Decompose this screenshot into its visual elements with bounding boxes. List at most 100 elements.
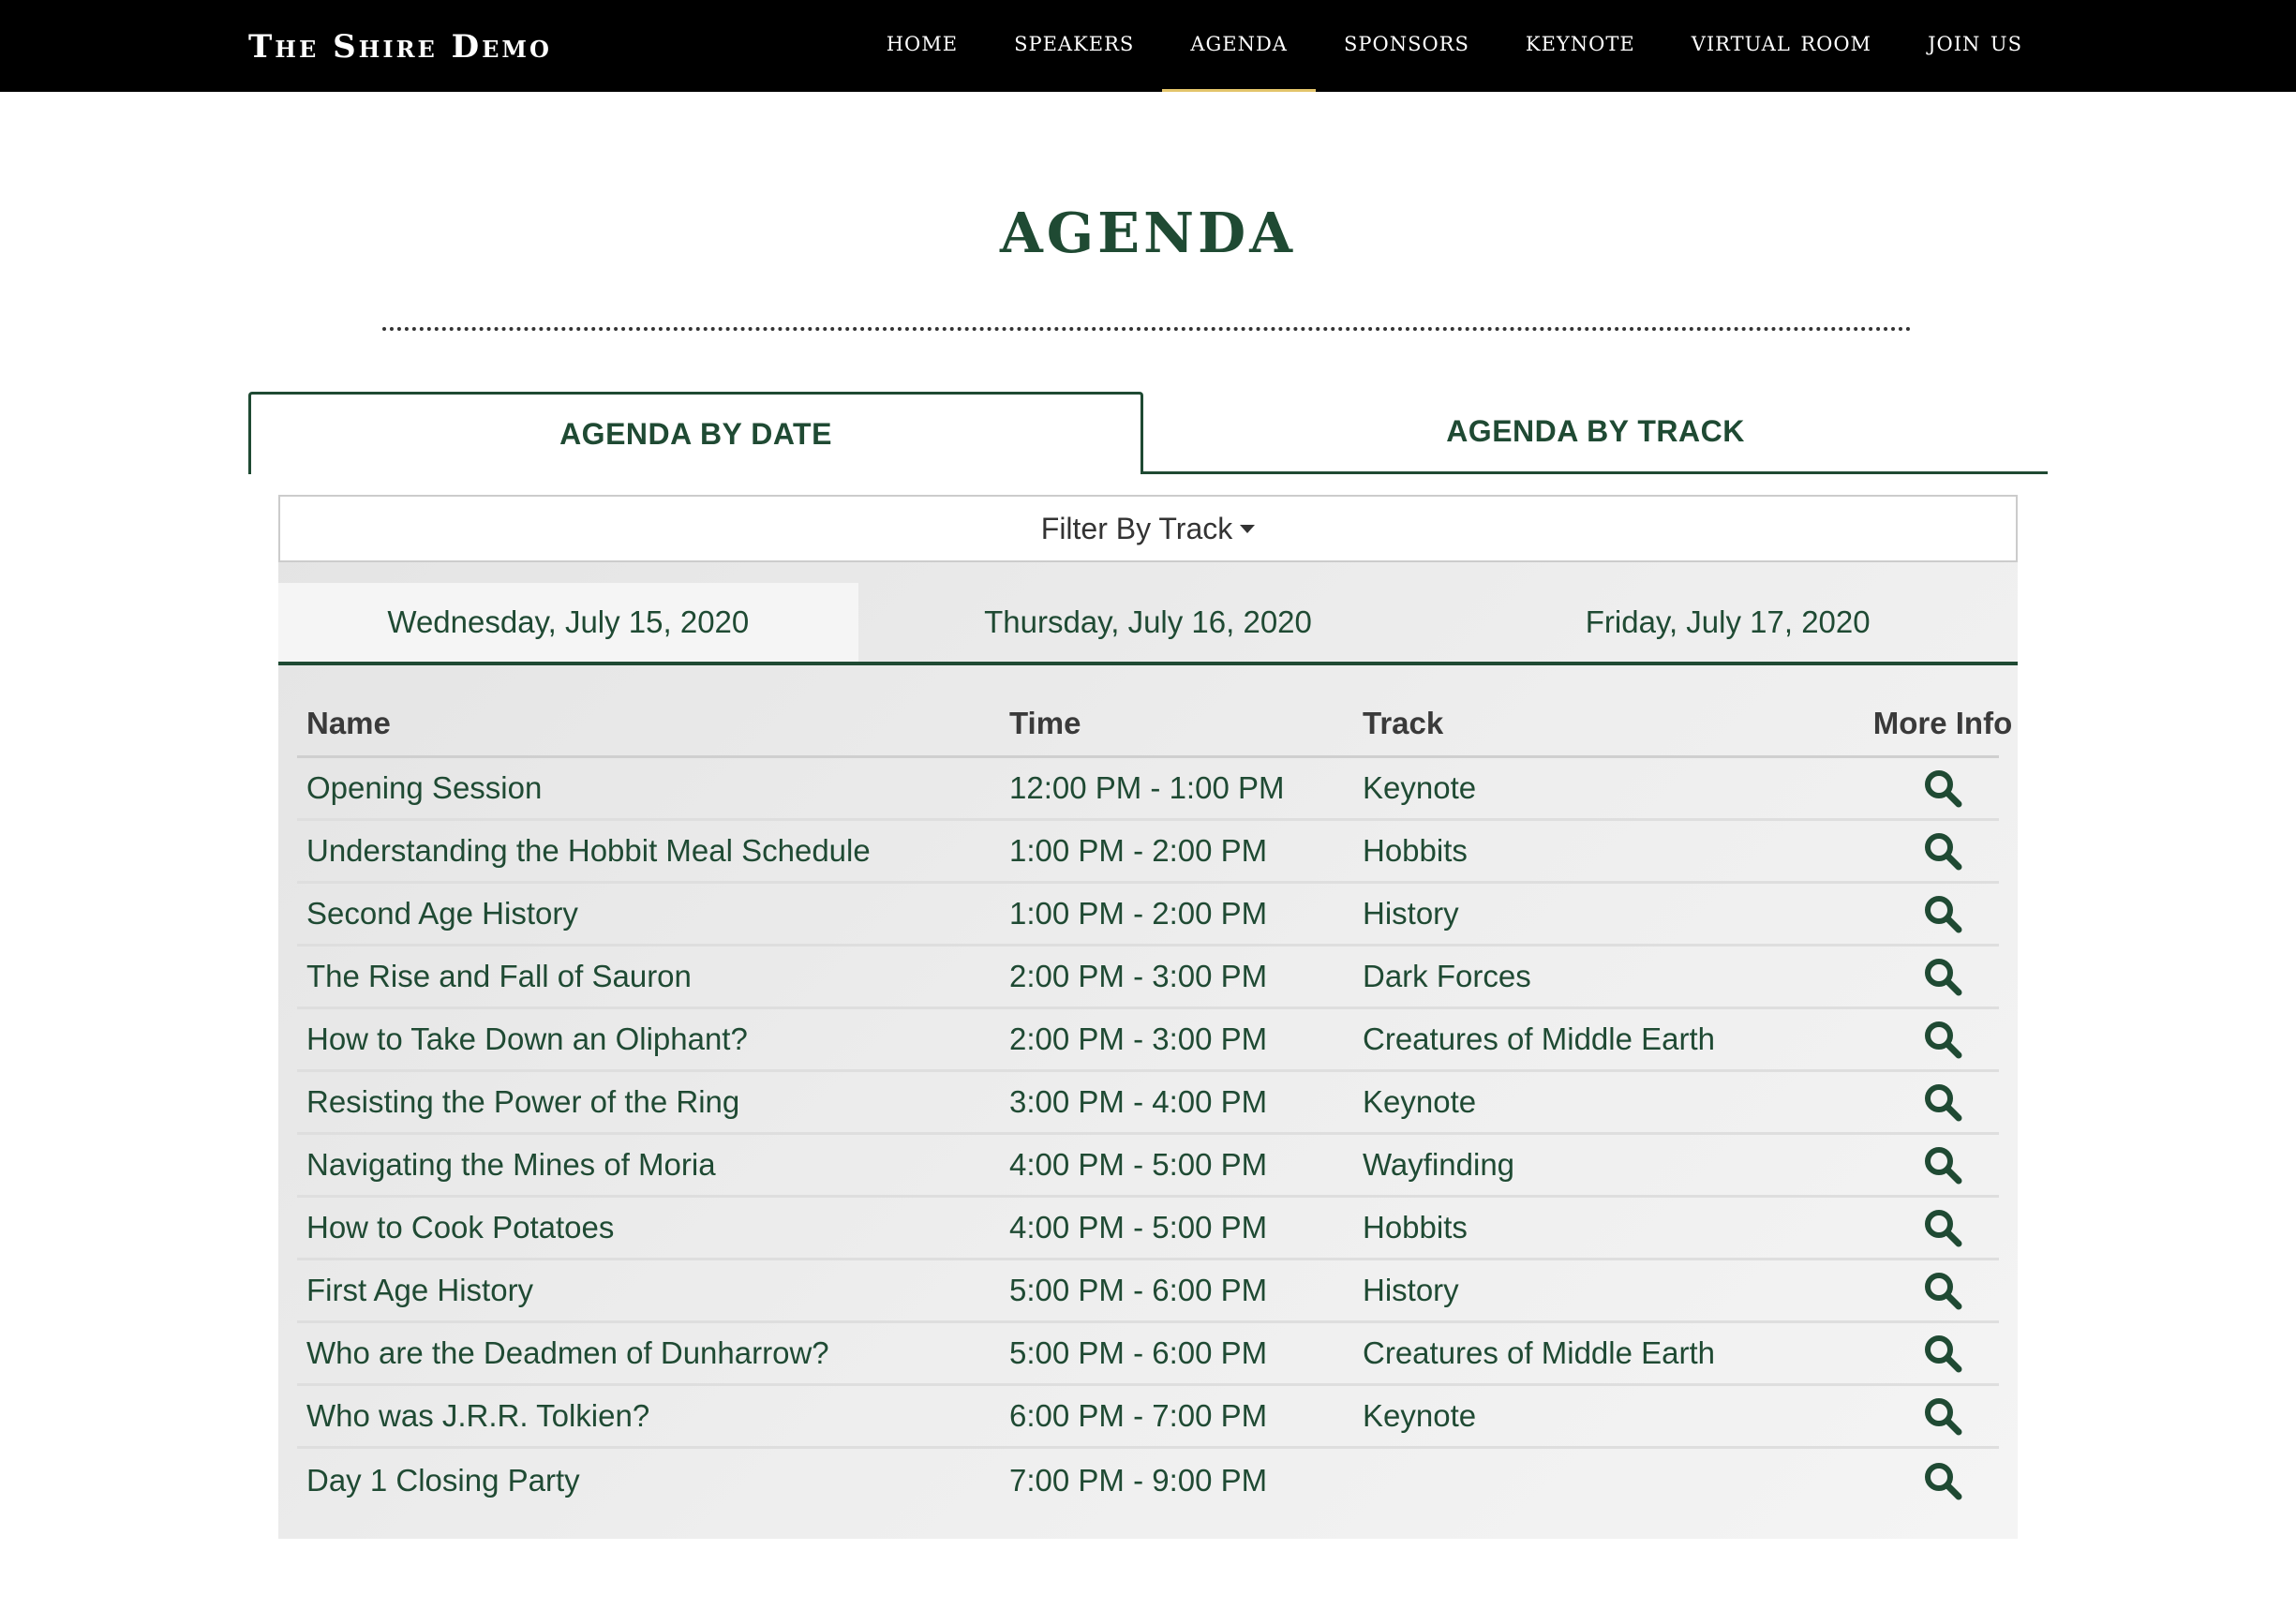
- magnifier-icon[interactable]: [1922, 830, 1963, 872]
- tab-agenda-by-track[interactable]: AGENDA BY TRACK: [1143, 392, 2048, 471]
- table-row: Second Age History 1:00 PM - 2:00 PM Histo…: [297, 884, 1999, 947]
- table-row: Who was J.R.R. Tolkien? 6:00 PM - 7:00 PM…: [297, 1386, 1999, 1449]
- more-info-button[interactable]: [1853, 1323, 2033, 1383]
- cell-name[interactable]: Who was J.R.R. Tolkien?: [306, 1386, 649, 1446]
- nav-item-speakers[interactable]: speakers: [986, 0, 1162, 82]
- more-info-button[interactable]: [1853, 1198, 2033, 1258]
- title-divider: [382, 327, 1912, 331]
- top-navbar: The Shire Demo home speakers agenda sponsor…: [0, 0, 2296, 92]
- nav-item-sponsors[interactable]: sponsors: [1316, 0, 1498, 82]
- more-info-button[interactable]: [1853, 758, 2033, 818]
- cell-name[interactable]: Day 1 Closing Party: [306, 1449, 580, 1512]
- cell-track: Hobbits: [1363, 1210, 1468, 1245]
- cell-time: 5:00 PM - 6:00 PM: [1009, 1335, 1268, 1370]
- filter-by-track-dropdown[interactable]: Filter By Track: [278, 495, 2018, 562]
- magnifier-icon[interactable]: [1922, 1019, 1963, 1060]
- table-row: Understanding the Hobbit Meal Schedule 1:…: [297, 821, 1999, 884]
- cell-track: History: [1363, 896, 1459, 931]
- tab-baseline: [1143, 471, 2048, 474]
- table-row: Navigating the Mines of Moria 4:00 PM - 5…: [297, 1135, 1999, 1198]
- cell-track: Creatures of Middle Earth: [1363, 1335, 1716, 1370]
- magnifier-icon[interactable]: [1922, 1333, 1963, 1374]
- nav-item-agenda[interactable]: agenda: [1162, 0, 1316, 92]
- day-tabs: Wednesday, July 15, 2020 Thursday, July 1…: [278, 583, 2018, 665]
- cell-time: 5:00 PM - 6:00 PM: [1009, 1273, 1268, 1307]
- caret-down-icon: [1240, 524, 1256, 533]
- day-tab-1[interactable]: Wednesday, July 15, 2020: [278, 583, 858, 662]
- agenda-view-tabs: AGENDA BY DATE AGENDA BY TRACK: [248, 392, 2048, 474]
- magnifier-icon[interactable]: [1922, 1081, 1963, 1123]
- cell-time: 4:00 PM - 5:00 PM: [1009, 1147, 1268, 1182]
- cell-time: 4:00 PM - 5:00 PM: [1009, 1210, 1268, 1245]
- site-brand[interactable]: The Shire Demo: [248, 28, 552, 66]
- table-row: How to Cook Potatoes 4:00 PM - 5:00 PM Hob…: [297, 1198, 1999, 1260]
- cell-time: 1:00 PM - 2:00 PM: [1009, 833, 1268, 868]
- magnifier-icon[interactable]: [1922, 1395, 1963, 1437]
- magnifier-icon[interactable]: [1922, 893, 1963, 934]
- page-title: Agenda: [999, 178, 1296, 271]
- main-nav: home speakers agenda sponsors keynote virtual…: [858, 0, 2050, 92]
- header-more-info: More Info: [1872, 706, 2013, 740]
- nav-item-keynote[interactable]: keynote: [1498, 0, 1663, 82]
- cell-time: 7:00 PM - 9:00 PM: [1009, 1462, 1268, 1498]
- cell-name[interactable]: Opening Session: [306, 758, 542, 818]
- table-row: How to Take Down an Oliphant? 2:00 PM - 3…: [297, 1009, 1999, 1072]
- cell-track: Hobbits: [1363, 833, 1468, 868]
- cell-name[interactable]: The Rise and Fall of Sauron: [306, 947, 692, 1006]
- table-row: Resisting the Power of the Ring 3:00 PM -…: [297, 1072, 1999, 1135]
- nav-item-join-us[interactable]: join us: [1900, 0, 2050, 82]
- cell-name[interactable]: How to Cook Potatoes: [306, 1198, 614, 1258]
- cell-name[interactable]: First Age History: [306, 1260, 533, 1320]
- cell-time: 3:00 PM - 4:00 PM: [1009, 1084, 1268, 1119]
- tab-agenda-by-date[interactable]: AGENDA BY DATE: [248, 392, 1143, 474]
- cell-name[interactable]: How to Take Down an Oliphant?: [306, 1009, 748, 1069]
- agenda-panel: Filter By Track Wednesday, July 15, 2020…: [278, 495, 2018, 1539]
- cell-time: 12:00 PM - 1:00 PM: [1009, 770, 1285, 805]
- schedule-table: Name Time Track More Info Opening Sessio…: [297, 692, 2012, 1512]
- more-info-button[interactable]: [1853, 1260, 2033, 1320]
- cell-time: 2:00 PM - 3:00 PM: [1009, 1021, 1268, 1056]
- cell-name[interactable]: Who are the Deadmen of Dunharrow?: [306, 1323, 829, 1383]
- header-track: Track: [1363, 706, 1444, 740]
- magnifier-icon[interactable]: [1922, 956, 1963, 997]
- cell-time: 6:00 PM - 7:00 PM: [1009, 1398, 1268, 1433]
- table-header-row: Name Time Track More Info: [297, 692, 2012, 758]
- magnifier-icon[interactable]: [1922, 1270, 1963, 1311]
- cell-track: Keynote: [1363, 1084, 1477, 1119]
- more-info-button[interactable]: [1853, 1135, 2033, 1195]
- cell-track: Dark Forces: [1363, 959, 1531, 993]
- more-info-button[interactable]: [1853, 1009, 2033, 1069]
- day-tab-3[interactable]: Friday, July 17, 2020: [1438, 583, 2018, 662]
- more-info-button[interactable]: [1853, 884, 2033, 944]
- cell-name[interactable]: Second Age History: [306, 884, 578, 944]
- cell-track: Keynote: [1363, 1398, 1477, 1433]
- table-row: Opening Session 12:00 PM - 1:00 PM Keynote: [297, 758, 1999, 821]
- table-row: Who are the Deadmen of Dunharrow? 5:00 PM…: [297, 1323, 1999, 1386]
- more-info-button[interactable]: [1853, 947, 2033, 1006]
- cell-name[interactable]: Resisting the Power of the Ring: [306, 1072, 739, 1132]
- magnifier-icon[interactable]: [1922, 1207, 1963, 1248]
- nav-item-home[interactable]: home: [858, 0, 986, 82]
- more-info-button[interactable]: [1853, 1072, 2033, 1132]
- table-row: First Age History 5:00 PM - 6:00 PM Histor…: [297, 1260, 1999, 1323]
- header-time: Time: [1009, 706, 1081, 740]
- nav-item-virtual-room[interactable]: virtual room: [1663, 0, 1900, 82]
- filter-label: Filter By Track: [1040, 511, 1233, 545]
- cell-track: Wayfinding: [1363, 1147, 1515, 1182]
- more-info-button[interactable]: [1853, 1449, 2033, 1512]
- magnifier-icon[interactable]: [1922, 1460, 1963, 1501]
- more-info-button[interactable]: [1853, 1386, 2033, 1446]
- cell-track: Keynote: [1363, 770, 1477, 805]
- cell-track: History: [1363, 1273, 1459, 1307]
- cell-name[interactable]: Navigating the Mines of Moria: [306, 1135, 716, 1195]
- cell-name[interactable]: Understanding the Hobbit Meal Schedule: [306, 821, 871, 881]
- table-row: The Rise and Fall of Sauron 2:00 PM - 3:0…: [297, 947, 1999, 1009]
- header-name: Name: [306, 706, 391, 740]
- magnifier-icon[interactable]: [1922, 768, 1963, 809]
- table-row: Day 1 Closing Party 7:00 PM - 9:00 PM: [297, 1449, 1999, 1512]
- cell-track: Creatures of Middle Earth: [1363, 1021, 1716, 1056]
- cell-time: 1:00 PM - 2:00 PM: [1009, 896, 1268, 931]
- more-info-button[interactable]: [1853, 821, 2033, 881]
- magnifier-icon[interactable]: [1922, 1144, 1963, 1185]
- day-tab-2[interactable]: Thursday, July 16, 2020: [858, 583, 1439, 662]
